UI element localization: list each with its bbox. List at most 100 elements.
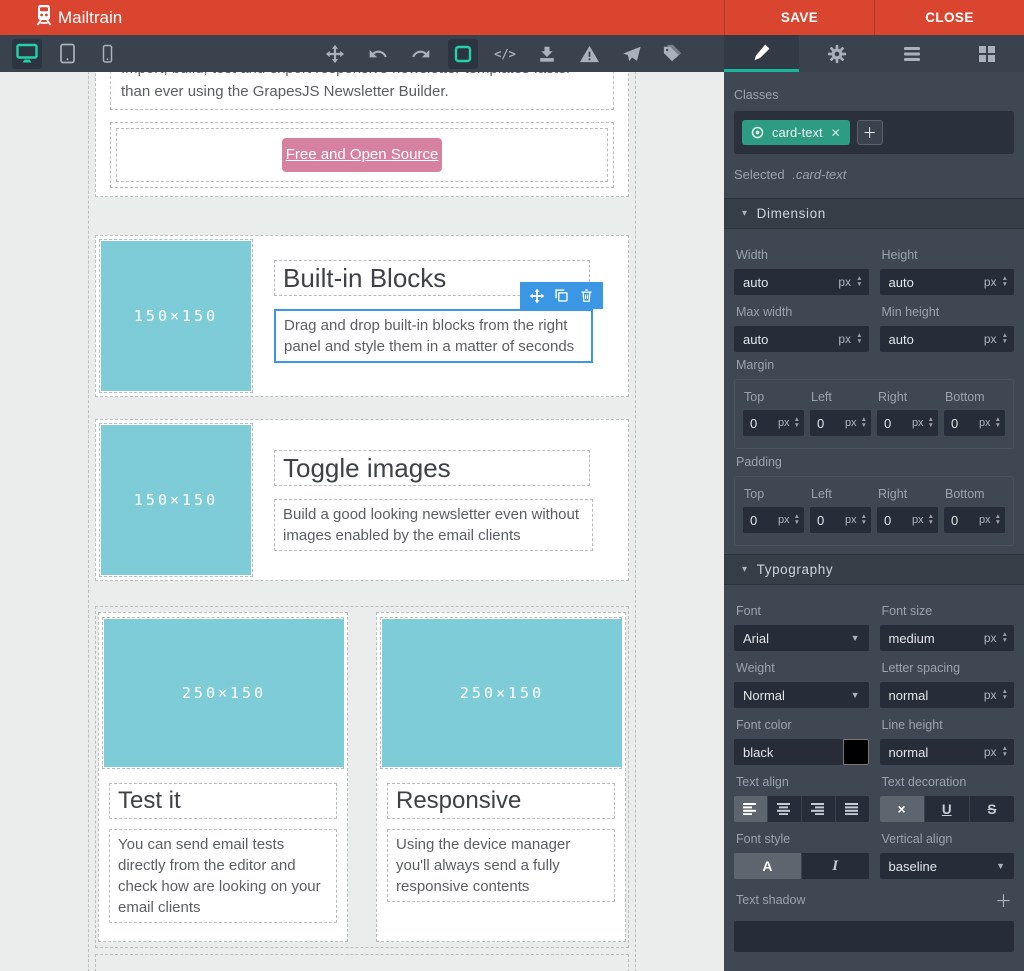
tab-layers[interactable] [874,35,949,72]
column-test-it[interactable]: 250×150 Test it You can send email tests… [98,612,348,942]
stepper[interactable]: ▲▼ [854,333,864,345]
min-height-input[interactable]: auto px ▲▼ [880,326,1015,352]
card-text-selected[interactable]: Drag and drop built-in blocks from the r… [274,309,593,363]
margin-top-input[interactable]: 0 px ▲▼ [743,410,804,436]
delete-component-button[interactable] [574,282,599,309]
warning-button[interactable] [574,39,604,69]
redo-button[interactable] [406,39,436,69]
close-button[interactable]: CLOSE [874,0,1024,35]
cta-cell[interactable]: Free and Open Source [116,128,608,182]
column-title[interactable]: Test it [109,783,337,819]
image-placeholder-150[interactable]: 150×150 [101,425,251,575]
send-test-button[interactable] [616,39,646,69]
decoration-none-button[interactable]: × [880,796,925,822]
font-size-input[interactable]: medium px ▲▼ [880,625,1015,651]
stepper[interactable]: ▲▼ [993,417,1003,429]
column-responsive[interactable]: 250×150 Responsive Using the device mana… [376,612,626,942]
image-placeholder-250[interactable]: 250×150 [382,619,622,767]
image-placeholder-250[interactable]: 250×150 [104,619,344,767]
decoration-underline-button[interactable]: U [925,796,970,822]
weight-select[interactable]: Normal ▼ [734,682,869,708]
card-title[interactable]: Toggle images [274,450,590,486]
text-shadow-box[interactable] [734,921,1014,952]
padding-left-input[interactable]: 0 px ▲▼ [810,507,871,533]
align-justify-button[interactable] [836,796,869,822]
font-color-input[interactable]: black [734,739,869,765]
align-left-button[interactable] [734,796,768,822]
stepper[interactable]: ▲▼ [926,514,936,526]
drag-component-button[interactable] [524,282,549,309]
tab-blocks[interactable] [949,35,1024,72]
class-tag-card-text[interactable]: card-text ✕ [742,120,850,145]
margin-right-input[interactable]: 0 px ▲▼ [877,410,938,436]
line-height-input[interactable]: normal px ▲▼ [880,739,1015,765]
cta-button[interactable]: Free and Open Source [282,138,442,172]
margin-left-input[interactable]: 0 px ▲▼ [810,410,871,436]
align-right-button[interactable] [802,796,836,822]
remove-class-icon[interactable]: ✕ [831,126,841,140]
view-code-button[interactable]: </> [490,39,520,69]
stepper[interactable]: ▲▼ [993,514,1003,526]
device-mobile-button[interactable] [92,39,122,69]
card-toggle-images[interactable]: 150×150 Toggle images Build a good looki… [95,419,629,581]
card-built-in-blocks[interactable]: 150×150 Built-in Blocks [95,235,629,397]
header-section[interactable]: Import, build, test and export responsiv… [95,72,629,197]
device-desktop-button[interactable] [12,39,42,69]
column-image-frame[interactable]: 250×150 [380,617,622,769]
save-button[interactable]: SAVE [724,0,874,35]
tab-style-manager[interactable] [724,35,799,72]
dimension-section-header[interactable]: ▾ Dimension [724,198,1024,229]
column-image-frame[interactable]: 250×150 [102,617,344,769]
padding-right-input[interactable]: 0 px ▲▼ [877,507,938,533]
column-text[interactable]: Using the device manager you'll always s… [387,829,615,902]
device-tablet-button[interactable] [52,39,82,69]
max-width-input[interactable]: auto px ▲▼ [734,326,869,352]
tab-settings[interactable] [799,35,874,72]
padding-top-input[interactable]: 0 px ▲▼ [743,507,804,533]
copy-component-button[interactable] [549,282,574,309]
empty-section[interactable] [95,954,629,971]
two-column-section[interactable]: 250×150 Test it You can send email tests… [95,606,629,948]
stepper[interactable]: ▲▼ [859,417,869,429]
card-image-frame[interactable]: 150×150 [99,239,253,393]
typography-section-header[interactable]: ▾ Typography [724,554,1024,585]
image-placeholder-150[interactable]: 150×150 [101,241,251,391]
style-bold-button[interactable]: A [734,853,802,879]
stepper[interactable]: ▲▼ [1000,746,1010,758]
stepper[interactable]: ▲▼ [1000,632,1010,644]
decoration-strike-button[interactable]: S [970,796,1014,822]
undo-button[interactable] [363,39,393,69]
card-text[interactable]: Drag and drop built-in blocks from the r… [284,317,574,355]
stepper[interactable]: ▲▼ [1000,276,1010,288]
chevron-down-icon: ▼ [851,633,860,643]
cta-section[interactable]: Free and Open Source [110,122,614,188]
letter-spacing-input[interactable]: normal px ▲▼ [880,682,1015,708]
padding-bottom-input[interactable]: 0 px ▲▼ [944,507,1005,533]
stepper[interactable]: ▲▼ [926,417,936,429]
merge-tags-button[interactable] [658,39,688,69]
stepper[interactable]: ▲▼ [792,417,802,429]
margin-bottom-input[interactable]: 0 px ▲▼ [944,410,1005,436]
import-template-button[interactable] [532,39,562,69]
card-image-frame[interactable]: 150×150 [99,423,253,577]
font-select[interactable]: Arial ▼ [734,625,869,651]
style-italic-button[interactable]: I [802,853,869,879]
intro-paragraph[interactable]: Import, build, test and export responsiv… [110,72,614,110]
toggle-borders-button[interactable] [448,39,478,69]
stepper[interactable]: ▲▼ [1000,333,1010,345]
add-class-button[interactable]: ＋ [857,120,883,145]
stepper[interactable]: ▲▼ [859,514,869,526]
card-text[interactable]: Build a good looking newsletter even wit… [274,499,593,551]
column-title[interactable]: Responsive [387,783,615,819]
align-center-button[interactable] [768,796,802,822]
vertical-align-select[interactable]: baseline ▼ [880,853,1015,879]
height-input[interactable]: auto px ▲▼ [880,269,1015,295]
stepper[interactable]: ▲▼ [854,276,864,288]
width-input[interactable]: auto px ▲▼ [734,269,869,295]
column-text[interactable]: You can send email tests directly from t… [109,829,337,923]
add-shadow-icon[interactable]: ＋ [995,887,1012,912]
stepper[interactable]: ▲▼ [792,514,802,526]
color-swatch[interactable] [843,739,869,765]
move-button[interactable] [320,39,350,69]
stepper[interactable]: ▲▼ [1000,689,1010,701]
